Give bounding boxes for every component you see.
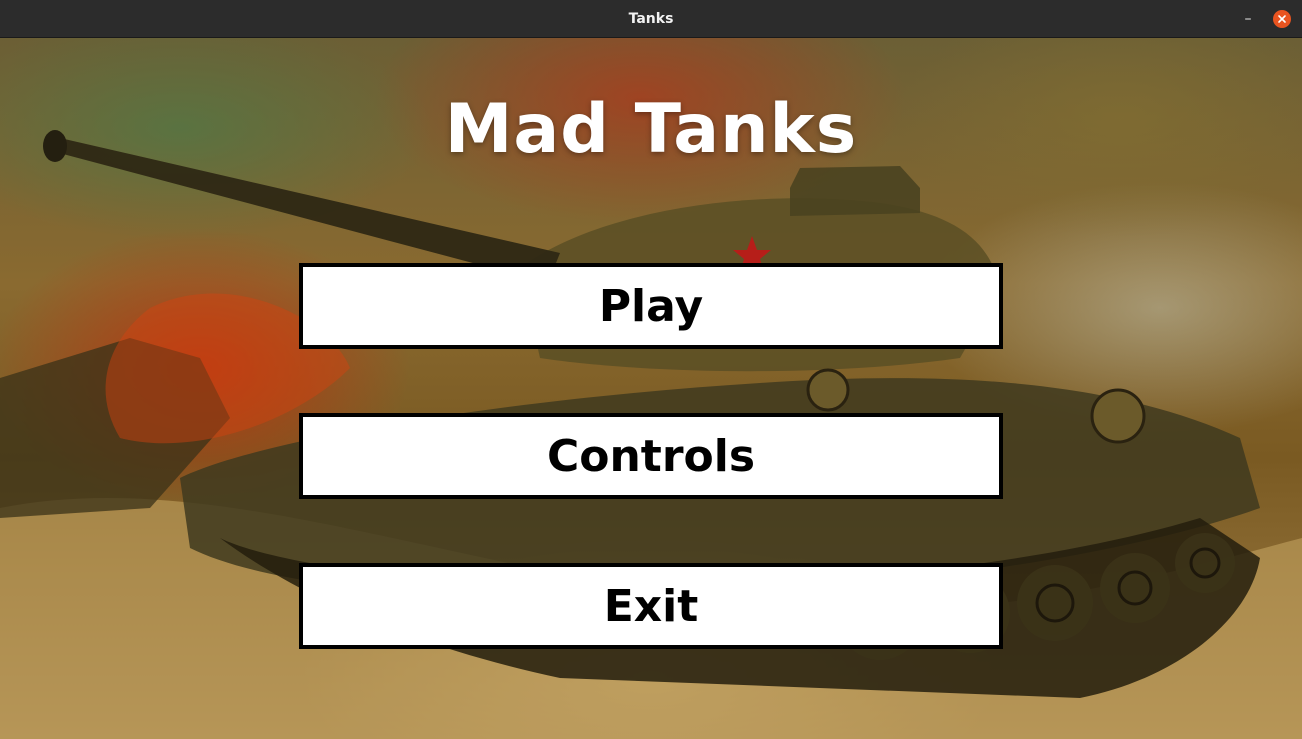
play-button[interactable]: Play: [299, 263, 1003, 349]
game-title: Mad Tanks: [444, 90, 858, 169]
exit-button-label: Exit: [603, 580, 699, 632]
exit-button[interactable]: Exit: [299, 563, 1003, 649]
controls-button-label: Controls: [546, 430, 756, 482]
window-title: Tanks: [628, 10, 674, 27]
controls-button[interactable]: Controls: [299, 413, 1003, 499]
play-button-label: Play: [598, 280, 704, 332]
main-menu-screen: Mad Tanks Play Controls Exit: [0, 38, 1302, 739]
window-titlebar: Tanks –: [0, 0, 1302, 38]
close-x-icon: [1278, 15, 1286, 23]
close-icon[interactable]: [1273, 10, 1291, 28]
minimize-icon[interactable]: –: [1240, 11, 1256, 27]
